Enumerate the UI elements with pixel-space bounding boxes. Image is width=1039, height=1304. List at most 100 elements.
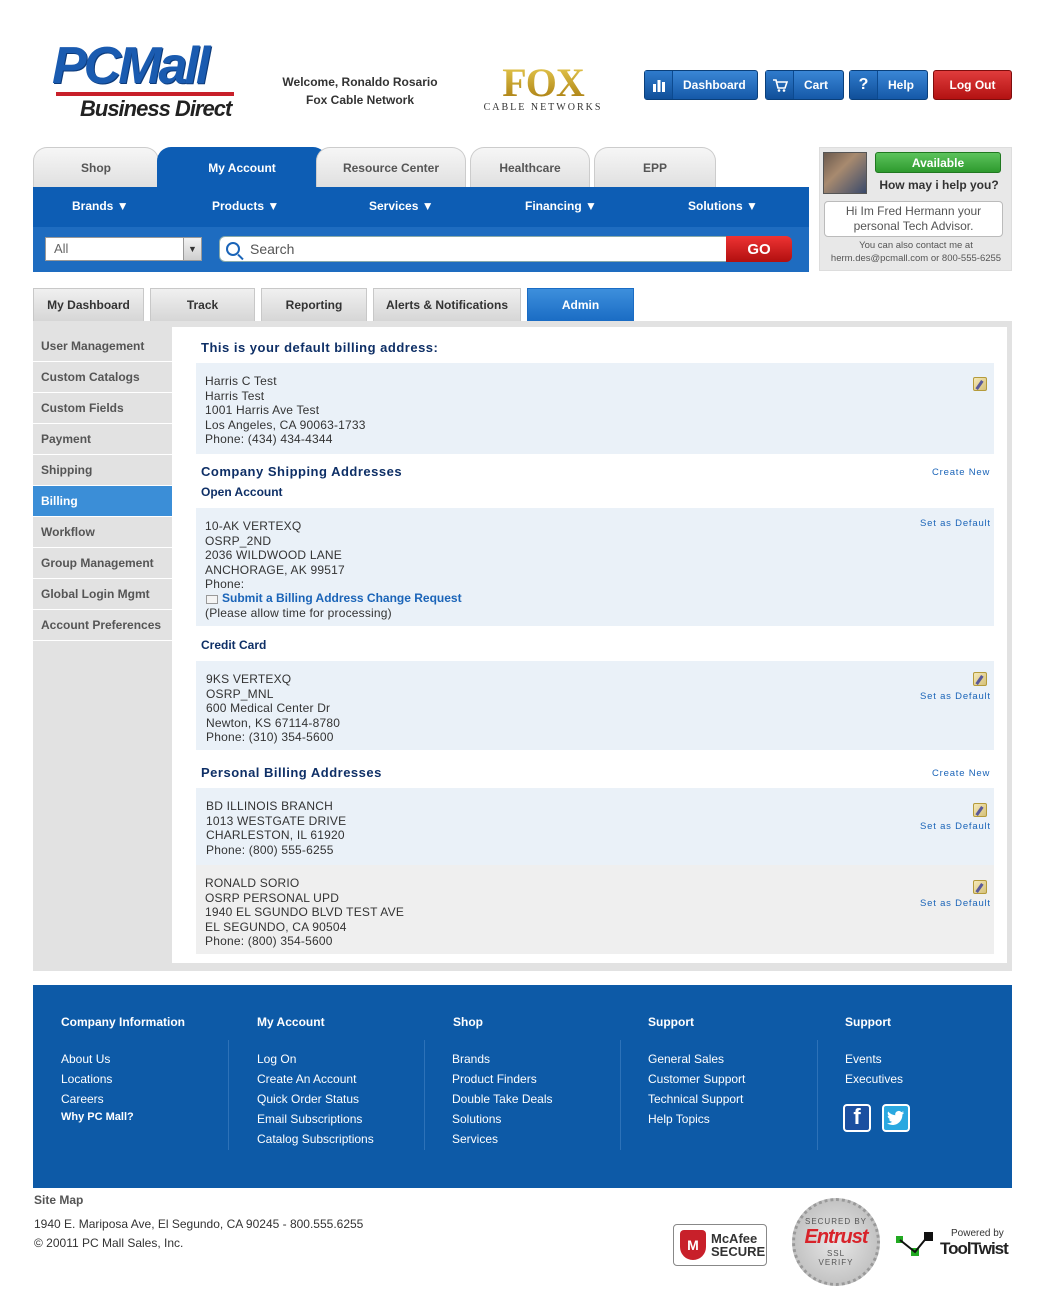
mcafee-secure-badge[interactable]: M McAfee SECURE [673, 1224, 767, 1266]
nav-brands-label: Brands [72, 199, 114, 213]
footer-col-my-account: Log On Create An Account Quick Order Sta… [257, 1049, 374, 1149]
entrust-logo: Entrust [804, 1226, 869, 1248]
footer-link[interactable]: Catalog Subscriptions [257, 1129, 374, 1149]
entrust-ssl: SSL [826, 1249, 846, 1258]
subtab-alerts[interactable]: Alerts & Notifications [373, 288, 521, 321]
address-line: RONALD SORIO [205, 876, 300, 890]
search-input[interactable]: Search [219, 236, 729, 262]
footer-link[interactable]: Technical Support [648, 1089, 745, 1109]
entrust-ssl-badge[interactable]: SECURED BY Entrust SSL VERIFY [792, 1198, 880, 1286]
go-button[interactable]: GO [726, 236, 792, 262]
address-line: BD ILLINOIS BRANCH [206, 799, 333, 813]
subtab-admin[interactable]: Admin [527, 288, 634, 321]
set-default-personal-1[interactable]: Set as Default [920, 821, 991, 832]
footer-link[interactable]: Customer Support [648, 1069, 745, 1089]
set-default-credit-card[interactable]: Set as Default [920, 691, 991, 702]
footer-link[interactable]: Brands [452, 1049, 553, 1069]
sidebar-item-workflow[interactable]: Workflow [33, 517, 172, 548]
address-line: OSRP_MNL [206, 686, 274, 701]
cart-button[interactable]: Cart [765, 70, 844, 100]
logout-button[interactable]: Log Out [933, 70, 1012, 100]
available-button[interactable]: Available [875, 152, 1001, 173]
footer-link[interactable]: Log On [257, 1049, 374, 1069]
footer-link[interactable]: Create An Account [257, 1069, 374, 1089]
nav-products[interactable]: Products ▼ [212, 199, 279, 213]
sidebar-item-account-preferences[interactable]: Account Preferences [33, 610, 172, 641]
subtab-reporting[interactable]: Reporting [261, 288, 367, 321]
nav-solutions[interactable]: Solutions ▼ [688, 199, 758, 213]
tab-shop[interactable]: Shop [33, 147, 159, 187]
sidebar-item-billing[interactable]: Billing [33, 486, 172, 517]
nav-financing[interactable]: Financing ▼ [525, 199, 597, 213]
caret-down-icon: ▼ [421, 199, 434, 213]
footer-link[interactable]: Email Subscriptions [257, 1109, 374, 1129]
edit-icon[interactable] [973, 672, 987, 686]
sidebar-item-custom-catalogs[interactable]: Custom Catalogs [33, 362, 172, 393]
footer-link[interactable]: Executives [845, 1069, 903, 1089]
dashboard-button[interactable]: Dashboard [644, 70, 758, 100]
subtab-track[interactable]: Track [150, 288, 255, 321]
edit-icon[interactable] [973, 377, 987, 391]
footer-link[interactable]: Double Take Deals [452, 1089, 553, 1109]
mcafee-line2: SECURE [711, 1244, 766, 1259]
tab-healthcare[interactable]: Healthcare [470, 147, 590, 187]
footer-divider [817, 1040, 818, 1150]
sidebar-item-custom-fields[interactable]: Custom Fields [33, 393, 172, 424]
footer-col-title: Company Information [61, 1015, 186, 1029]
footer-link[interactable]: About Us [61, 1049, 134, 1069]
default-billing-address: Harris C Test Harris Test 1001 Harris Av… [205, 374, 366, 447]
set-default-open-account[interactable]: Set as Default [920, 518, 991, 529]
footer-link[interactable]: Locations [61, 1069, 134, 1089]
chevron-down-icon[interactable]: ▼ [183, 238, 201, 260]
facebook-icon[interactable]: f [843, 1104, 871, 1132]
advisor-contact: You can also contact me at herm.des@pcma… [820, 239, 1012, 265]
create-new-personal-link[interactable]: Create New [932, 768, 990, 779]
edit-icon[interactable] [973, 803, 987, 817]
footer-link[interactable]: Help Topics [648, 1109, 745, 1129]
help-button[interactable]: ? Help [849, 70, 928, 100]
company-shipping-heading: Company Shipping Addresses [201, 464, 403, 479]
copyright: © 20011 PC Mall Sales, Inc. [34, 1236, 184, 1250]
open-account-heading: Open Account [201, 485, 283, 499]
subtab-my-dashboard[interactable]: My Dashboard [33, 288, 144, 321]
advisor-message[interactable]: Hi Im Fred Hermann your personal Tech Ad… [824, 201, 1003, 237]
caret-down-icon: ▼ [585, 199, 597, 213]
address-line: CHARLESTON, IL 61920 [206, 828, 345, 842]
create-new-company-link[interactable]: Create New [932, 467, 990, 478]
sidebar-item-global-login[interactable]: Global Login Mgmt [33, 579, 172, 610]
category-select[interactable]: All [45, 237, 202, 261]
nav-services[interactable]: Services ▼ [369, 199, 434, 213]
footer-link[interactable]: Services [452, 1129, 553, 1149]
address-line: 2036 WILDWOOD LANE [205, 548, 342, 562]
pcmall-logo[interactable]: PCMall [52, 40, 210, 92]
entrust-bottom-text: VERIFY [818, 1258, 854, 1267]
sidebar-item-group-management[interactable]: Group Management [33, 548, 172, 579]
set-default-personal-2[interactable]: Set as Default [920, 898, 991, 909]
nav-solutions-label: Solutions [688, 199, 743, 213]
footer-link[interactable]: Why PC Mall? [61, 1109, 134, 1125]
footer-link[interactable]: Solutions [452, 1109, 553, 1129]
tab-epp[interactable]: EPP [594, 147, 716, 187]
tab-resource-center[interactable]: Resource Center [316, 147, 466, 187]
twitter-icon[interactable] [882, 1104, 910, 1132]
sidebar-item-shipping[interactable]: Shipping [33, 455, 172, 486]
envelope-icon [206, 595, 218, 604]
address-line: Phone: (310) 354-5600 [206, 730, 334, 744]
footer-link[interactable]: Careers [61, 1089, 134, 1109]
footer-link[interactable]: Product Finders [452, 1069, 553, 1089]
logout-label: Log Out [949, 78, 996, 92]
footer-link[interactable]: General Sales [648, 1049, 745, 1069]
caret-down-icon: ▼ [746, 199, 758, 213]
footer-link[interactable]: Quick Order Status [257, 1089, 374, 1109]
tooltwist-badge[interactable]: Powered by ToolTwist [896, 1226, 1009, 1264]
footer-address: 1940 E. Mariposa Ave, El Segundo, CA 902… [34, 1215, 363, 1253]
nav-brands[interactable]: Brands ▼ [72, 199, 129, 213]
site-map-link[interactable]: Site Map [34, 1193, 83, 1207]
sidebar-item-payment[interactable]: Payment [33, 424, 172, 455]
tab-my-account[interactable]: My Account [157, 147, 327, 187]
edit-icon[interactable] [973, 880, 987, 894]
footer-link[interactable]: Events [845, 1049, 903, 1069]
sidebar-item-user-management[interactable]: User Management [33, 331, 172, 362]
address-line: 1013 WESTGATE DRIVE [206, 813, 347, 828]
change-request-link[interactable]: Submit a Billing Address Change Request [222, 591, 462, 605]
